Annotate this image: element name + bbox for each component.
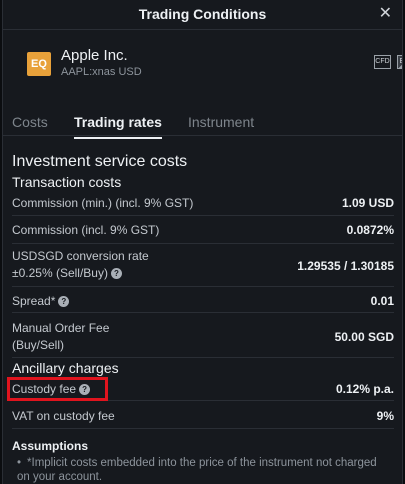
- equity-icon[interactable]: EQ: [397, 55, 402, 69]
- manual-order-fee-label-line2: (Buy/Sell): [12, 338, 65, 352]
- tab-trading-rates[interactable]: Trading rates: [74, 114, 162, 139]
- assumptions-note: • *Implicit costs embedded into the price…: [17, 456, 387, 484]
- tab-costs[interactable]: Costs: [12, 114, 48, 130]
- conversion-rate-row: USDSGD conversion rate ±0.25% (Sell/Buy)…: [12, 245, 394, 287]
- commission-min-value: 1.09 USD: [341, 196, 394, 210]
- conversion-rate-value: 1.29535 / 1.30185: [297, 259, 394, 273]
- manual-order-fee-label: Manual Order Fee (Buy/Sell): [12, 320, 109, 354]
- vat-custody-row: VAT on custody fee 9%: [12, 403, 394, 429]
- conversion-rate-label-line2-text: ±0.25% (Sell/Buy): [12, 266, 108, 280]
- commission-min-label: Commission (min.) (incl. 9% GST): [12, 196, 194, 210]
- conversion-help-icon[interactable]: ?: [110, 268, 122, 279]
- ancillary-charges-heading: Ancillary charges: [12, 360, 119, 376]
- dialog-header: Trading Conditions ✕: [3, 0, 402, 30]
- assumptions-heading: Assumptions: [12, 439, 89, 453]
- tab-bar: Costs Trading rates Instrument: [3, 108, 402, 139]
- tab-instrument[interactable]: Instrument: [188, 114, 254, 130]
- spread-value: 0.01: [370, 294, 394, 308]
- conversion-rate-label-line1: USDSGD conversion rate: [12, 249, 149, 263]
- assumptions-bullet: •: [17, 457, 22, 469]
- instrument-ticker: AAPL:xnas USD: [61, 66, 142, 78]
- vat-custody-label: VAT on custody fee: [12, 409, 115, 423]
- conversion-rate-label: USDSGD conversion rate ±0.25% (Sell/Buy)…: [12, 248, 149, 282]
- manual-order-fee-label-line1: Manual Order Fee: [12, 321, 110, 335]
- custody-fee-highlight-box: [7, 377, 108, 401]
- equity-badge: EQ: [27, 52, 51, 76]
- spread-label-wrap: Spread*?: [12, 293, 70, 310]
- conversion-rate-label-line2: ±0.25% (Sell/Buy)?: [12, 265, 149, 282]
- vat-custody-value: 9%: [376, 409, 394, 423]
- investment-costs-heading: Investment service costs: [12, 153, 188, 170]
- assumptions-note-text: *Implicit costs embedded into the price …: [17, 457, 377, 483]
- spread-label: Spread*: [12, 294, 56, 308]
- instrument-name: Apple Inc.: [61, 47, 128, 64]
- manual-order-fee-value: 50.00 SGD: [334, 330, 394, 344]
- cfd-icon[interactable]: CFD: [374, 55, 391, 69]
- manual-order-fee-row: Manual Order Fee (Buy/Sell) 50.00 SGD: [12, 318, 394, 358]
- dialog-title: Trading Conditions: [138, 6, 267, 22]
- trading-conditions-dialog: Trading Conditions ✕ EQ Apple Inc. AAPL:…: [2, 0, 403, 484]
- commission-min-row: Commission (min.) (incl. 9% GST) 1.09 US…: [12, 192, 394, 216]
- close-icon[interactable]: ✕: [379, 5, 392, 23]
- commission-label: Commission (incl. 9% GST): [12, 223, 160, 237]
- commission-value: 0.0872%: [346, 223, 394, 237]
- commission-row: Commission (incl. 9% GST) 0.0872%: [12, 219, 394, 244]
- spread-row: Spread*? 0.01: [12, 288, 394, 313]
- custody-fee-value: 0.12% p.a.: [335, 382, 394, 396]
- spread-help-icon[interactable]: ?: [58, 296, 70, 307]
- transaction-costs-heading: Transaction costs: [12, 174, 122, 190]
